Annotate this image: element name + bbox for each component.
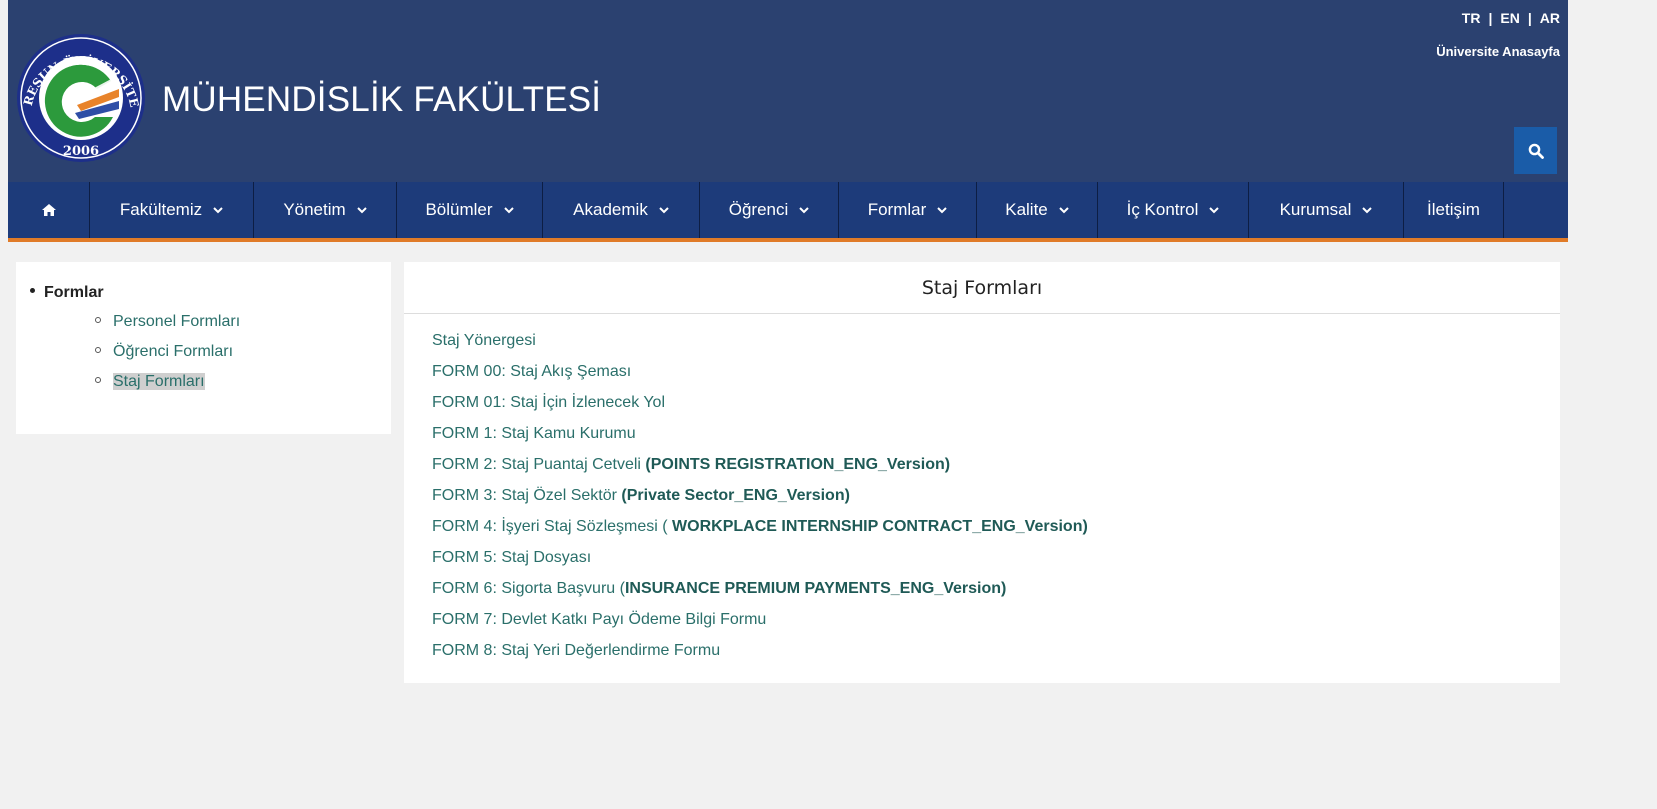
nav-item-label: Fakültemiz [119,200,203,219]
nav-item-label: Formlar [867,200,927,219]
nav-home[interactable] [8,182,90,238]
chevron-down-icon [799,206,809,214]
nav-item-label: Yönetim [283,200,346,219]
form-link-eng[interactable]: (Private Sector_ENG_Version) [621,487,850,504]
form-link-form-00[interactable]: FORM 00: Staj Akış Şeması [432,363,1088,394]
site-header: GİRESUN ÜNİVERSİTESİ 2006 MÜHENDİSLİK FA… [8,0,1568,182]
home-icon [41,204,56,216]
form-link-form-6[interactable]: FORM 6: Sigorta Başvuru (INSURANCE PREMI… [432,580,1088,611]
form-link-text: FORM 8: Staj Yeri Değerlendirme Formu [432,642,721,659]
lang-en[interactable]: EN [1500,10,1519,26]
sidebar-item-ogrenci-formlari[interactable]: Öğrenci Formları [95,343,233,361]
form-link-text: FORM 01: Staj İçin İzlenecek Yol [432,394,665,411]
nav-item-label: Akademik [573,200,648,219]
logo-year: 2006 [63,144,99,159]
nav-item-fakultemiz[interactable]: Fakültemiz [90,182,254,238]
sidebar-item-label: Staj Formları [113,373,205,390]
nav-item-label: Kurumsal [1279,200,1352,219]
form-link-text: FORM 7: Devlet Katkı Payı Ödeme Bilgi Fo… [432,611,767,628]
sidebar-item-personel-formlari[interactable]: Personel Formları [95,313,240,331]
chevron-down-icon [213,206,223,214]
chevron-down-icon [1362,206,1373,214]
sidebar-item-staj-formlari[interactable]: Staj Formları [95,373,205,391]
form-link-text: FORM 3: Staj Özel Sektör [432,487,622,504]
language-switcher: TR | EN | AR [1462,10,1560,26]
nav-item-kurumsal[interactable]: Kurumsal [1249,182,1404,238]
page-title: Staj Formları [404,262,1560,314]
form-link-text: Staj Yönergesi [432,332,536,349]
lang-separator: | [1527,10,1532,26]
nav-item-ogrenci[interactable]: Öğrenci [700,182,839,238]
nav-item-label: Kalite [1005,200,1048,219]
circle-bullet-icon [95,346,101,353]
chevron-down-icon [356,206,367,214]
form-link-form-4[interactable]: FORM 4: İşyeri Staj Sözleşmesi ( WORKPLA… [432,518,1088,549]
form-link-eng[interactable]: WORKPLACE INTERNSHIP CONTRACT_ENG_Versio… [672,518,1088,535]
sidebar-title[interactable]: Formlar [30,284,104,302]
university-home-link[interactable]: Üniversite Anasayfa [1436,44,1560,59]
form-link-eng[interactable]: (POINTS REGISTRATION_ENG_Version) [645,456,950,473]
chevron-down-icon [1059,206,1069,214]
site-title[interactable]: MÜHENDİSLİK FAKÜLTESİ [162,80,601,120]
nav-item-iletisim[interactable]: İletişim [1404,182,1504,238]
nav-item-bolumler[interactable]: Bölümler [397,182,543,238]
search-icon [1528,143,1544,159]
form-link-form-1[interactable]: FORM 1: Staj Kamu Kurumu [432,425,1088,456]
form-link-text: FORM 2: Staj Puantaj Cetveli [432,456,646,473]
nav-item-label: İletişim [1427,200,1480,219]
bullet-icon [30,288,35,294]
form-link-form-5[interactable]: FORM 5: Staj Dosyası [432,549,1088,580]
chevron-down-icon [937,206,947,214]
circle-bullet-icon [95,316,101,323]
main-navigation: Fakültemiz Yönetim Bölümler Akademik Öğr… [8,182,1568,242]
lang-separator: | [1488,10,1493,26]
university-logo[interactable]: GİRESUN ÜNİVERSİTESİ 2006 [15,31,147,165]
lang-ar[interactable]: AR [1540,10,1560,26]
nav-item-label: Öğrenci [728,200,789,219]
form-link-eng[interactable]: INSURANCE PREMIUM PAYMENTS_ENG_Version) [625,580,1006,597]
nav-item-formlar[interactable]: Formlar [839,182,977,238]
chevron-down-icon [659,206,669,214]
chevron-down-icon [1209,206,1220,214]
form-link-text: FORM 6: Sigorta Başvuru ( [432,580,625,597]
nav-item-label: Bölümler [425,200,493,219]
form-link-form-01[interactable]: FORM 01: Staj İçin İzlenecek Yol [432,394,1088,425]
sidebar-item-label: Öğrenci Formları [113,343,234,360]
form-link-form-2[interactable]: FORM 2: Staj Puantaj Cetveli (POINTS REG… [432,456,1088,487]
lang-tr[interactable]: TR [1462,10,1481,26]
nav-item-label: İç Kontrol [1126,200,1199,219]
form-link-text: FORM 4: İşyeri Staj Sözleşmesi ( [432,518,673,535]
search-button[interactable] [1514,127,1557,174]
sidebar: Formlar Personel Formları Öğrenci Formla… [16,262,391,434]
form-link-form-7[interactable]: FORM 7: Devlet Katkı Payı Ödeme Bilgi Fo… [432,611,1088,642]
sidebar-item-label: Personel Formları [113,313,241,330]
form-link-text: FORM 1: Staj Kamu Kurumu [432,425,636,442]
form-link-list: Staj Yönergesi FORM 00: Staj Akış Şeması… [432,332,1088,673]
nav-item-ic-kontrol[interactable]: İç Kontrol [1098,182,1249,238]
form-link-staj-yonergesi[interactable]: Staj Yönergesi [432,332,1088,363]
form-link-text: FORM 00: Staj Akış Şeması [432,363,632,380]
chevron-down-icon [503,206,514,214]
nav-item-yonetim[interactable]: Yönetim [254,182,397,238]
form-link-form-3[interactable]: FORM 3: Staj Özel Sektör (Private Sector… [432,487,1088,518]
form-link-form-8[interactable]: FORM 8: Staj Yeri Değerlendirme Formu [432,642,1088,673]
sidebar-title-label: Formlar [44,284,104,301]
form-link-text: FORM 5: Staj Dosyası [432,549,592,566]
circle-bullet-icon [95,376,101,383]
nav-item-akademik[interactable]: Akademik [543,182,700,238]
main-content: Staj Formları Staj Yönergesi FORM 00: St… [404,262,1560,683]
nav-item-kalite[interactable]: Kalite [977,182,1098,238]
